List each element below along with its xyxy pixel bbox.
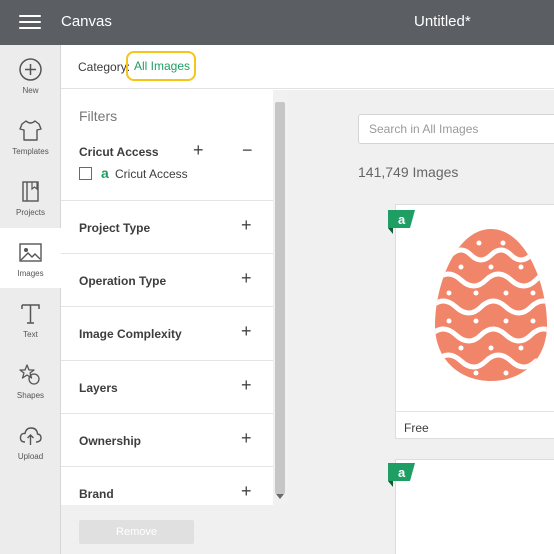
card-price-label: Free <box>404 421 429 435</box>
expand-plus-icon[interactable]: + <box>241 268 252 289</box>
left-sidebar: New Templates Projects Images Text Shape… <box>0 45 61 554</box>
cricut-access-checkbox[interactable] <box>79 167 92 180</box>
sidebar-item-label: Images <box>17 269 44 278</box>
filters-title: Filters <box>79 108 118 124</box>
filter-section-operation-type[interactable]: Operation Type + <box>61 253 273 306</box>
sidebar-item-shapes[interactable]: Shapes <box>0 350 61 410</box>
sidebar-item-label: Projects <box>16 208 45 217</box>
menu-icon[interactable] <box>19 14 41 30</box>
top-bar: Canvas Untitled* <box>0 0 554 45</box>
filter-section-ownership[interactable]: Ownership + <box>61 413 273 466</box>
card-footer: Free <box>396 411 554 440</box>
expand-plus-icon[interactable]: + <box>241 481 252 502</box>
sidebar-item-templates[interactable]: Templates <box>0 106 61 166</box>
sidebar-item-images[interactable]: Images <box>0 228 61 288</box>
sidebar-item-label: Shapes <box>16 391 45 400</box>
app-title: Canvas <box>61 13 112 30</box>
expand-plus-icon[interactable]: + <box>241 215 252 236</box>
cricut-access-checkbox-label[interactable]: Cricut Access <box>115 167 188 181</box>
expand-plus-icon[interactable]: + <box>241 321 252 342</box>
easter-egg-image <box>435 229 547 381</box>
sidebar-item-label: Upload <box>17 452 44 461</box>
category-bar: Category: All Images <box>61 45 554 89</box>
collapse-minus-icon[interactable]: − <box>242 140 253 161</box>
cricut-access-tag-icon: a <box>388 463 415 487</box>
filter-section-brand[interactable]: Brand + <box>61 466 273 505</box>
sidebar-item-label: New <box>22 86 39 95</box>
sidebar-item-text[interactable]: Text <box>0 289 61 349</box>
cricut-access-badge-icon: a <box>101 165 109 181</box>
sidebar-item-projects[interactable]: Projects <box>0 167 61 227</box>
sidebar-item-new[interactable]: New <box>0 45 61 105</box>
filter-section-image-complexity[interactable]: Image Complexity + <box>61 306 273 359</box>
cricut-access-tag-icon: a <box>388 210 415 234</box>
filter-section-label: Brand <box>79 487 114 501</box>
filters-scrollbar[interactable] <box>273 90 288 505</box>
upload-icon <box>19 427 42 445</box>
shirt-icon <box>19 120 42 141</box>
text-icon <box>21 304 40 324</box>
tag-badge-text: a <box>398 465 406 480</box>
filter-section-label: Operation Type <box>79 274 167 288</box>
category-dropdown[interactable]: All Images <box>126 51 259 81</box>
scroll-down-arrow-icon[interactable] <box>276 494 284 499</box>
filter-section-label: Cricut Access <box>79 145 159 159</box>
filter-section-label: Layers <box>79 381 118 395</box>
search-input[interactable] <box>358 114 554 144</box>
filter-section-label: Image Complexity <box>79 327 182 341</box>
sidebar-item-upload[interactable]: Upload <box>0 411 61 471</box>
expand-plus-icon[interactable]: + <box>241 428 252 449</box>
category-value: All Images <box>134 59 191 73</box>
filter-section-label: Ownership <box>79 434 142 448</box>
remove-button[interactable]: Remove <box>79 520 194 544</box>
projects-icon <box>22 181 39 202</box>
category-label: Category: <box>78 60 131 74</box>
image-card[interactable]: Free <box>395 204 554 439</box>
filters-panel: Filters Cricut Access + − a Cricut Acces… <box>61 90 273 505</box>
filter-section-project-type[interactable]: Project Type + <box>61 200 273 253</box>
sidebar-item-label: Text <box>23 330 38 339</box>
results-area: 141,749 Images Fre <box>288 90 554 554</box>
filter-section-layers[interactable]: Layers + <box>61 360 273 413</box>
filters-footer: Remove <box>61 505 288 554</box>
results-count: 141,749 Images <box>358 164 459 180</box>
image-icon <box>19 243 42 262</box>
document-title: Untitled* <box>414 13 471 30</box>
expand-plus-icon[interactable]: + <box>193 140 204 161</box>
tag-badge-text: a <box>398 212 406 227</box>
plus-circle-icon <box>19 58 42 81</box>
scrollbar-thumb[interactable] <box>275 102 285 494</box>
expand-plus-icon[interactable]: + <box>241 375 252 396</box>
sidebar-item-label: Templates <box>12 147 49 156</box>
shapes-icon <box>19 364 40 385</box>
image-card[interactable] <box>395 459 554 554</box>
filter-section-label: Project Type <box>79 221 151 235</box>
